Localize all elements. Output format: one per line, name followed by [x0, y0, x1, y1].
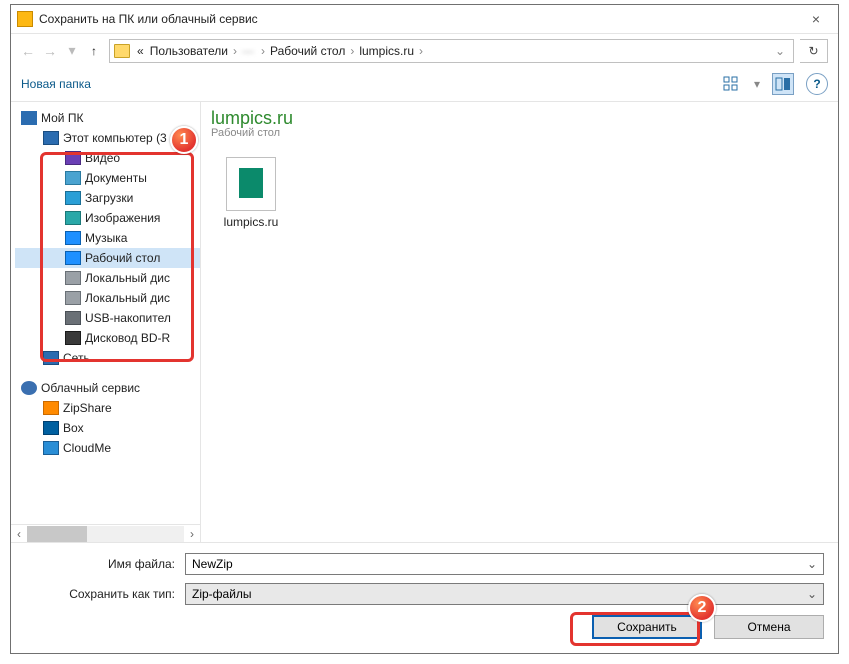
tree-my-pc[interactable]: Мой ПК: [15, 108, 200, 128]
label: Музыка: [85, 231, 127, 245]
file-item[interactable]: lumpics.ru: [211, 157, 291, 229]
content-area[interactable]: lumpics.ru Рабочий стол lumpics.ru: [201, 102, 838, 542]
label: Box: [63, 421, 84, 435]
crumb-users[interactable]: Пользователи: [147, 44, 231, 58]
dropdown-icon[interactable]: ⌄: [807, 557, 817, 571]
titlebar: Сохранить на ПК или облачный сервис ×: [11, 5, 838, 33]
bottom-panel: Имя файла: NewZip ⌄ Сохранить как тип: Z…: [11, 542, 838, 653]
scroll-right-icon[interactable]: ›: [184, 527, 200, 541]
location-title: lumpics.ru: [211, 108, 828, 129]
new-folder-button[interactable]: Новая папка: [21, 77, 91, 91]
file-name: lumpics.ru: [211, 215, 291, 229]
close-icon[interactable]: ×: [800, 11, 832, 27]
tree-bd-drive[interactable]: Дисковод BD-R: [15, 328, 200, 348]
label: Видео: [85, 151, 120, 165]
filetype-select[interactable]: Zip-файлы ⌄: [185, 583, 824, 605]
label: Изображения: [85, 211, 160, 225]
location-subtitle: Рабочий стол: [211, 127, 828, 139]
tree-cloud[interactable]: Облачный сервис: [15, 378, 200, 398]
save-button[interactable]: Сохранить: [592, 615, 702, 639]
cancel-button[interactable]: Отмена: [714, 615, 824, 639]
label: Дисковод BD-R: [85, 331, 170, 345]
crumb-folder[interactable]: lumpics.ru: [356, 44, 417, 58]
folder-tree: Мой ПК Этот компьютер (3 Видео Документы…: [11, 102, 200, 524]
tree-zipshare[interactable]: ZipShare: [15, 398, 200, 418]
filename-input[interactable]: NewZip ⌄: [185, 553, 824, 575]
view-options-icon[interactable]: [720, 73, 742, 95]
tree-desktop[interactable]: Рабочий стол: [15, 248, 200, 268]
chevron-right-icon: ›: [417, 44, 425, 58]
scroll-track[interactable]: [27, 526, 184, 542]
refresh-button[interactable]: ↻: [800, 39, 828, 63]
label: CloudMe: [63, 441, 111, 455]
save-dialog: Сохранить на ПК или облачный сервис × ← …: [10, 4, 839, 654]
tree-box[interactable]: Box: [15, 418, 200, 438]
label: Загрузки: [85, 191, 133, 205]
address-dropdown[interactable]: ⌄: [771, 44, 789, 58]
tree-this-pc[interactable]: Этот компьютер (3: [15, 128, 200, 148]
label: Локальный дис: [85, 291, 170, 305]
app-icon: [17, 11, 33, 27]
preview-pane-icon[interactable]: [772, 73, 794, 95]
label: Этот компьютер (3: [63, 131, 167, 145]
label: Сеть: [63, 351, 90, 365]
tree-local-disk-1[interactable]: Локальный дис: [15, 268, 200, 288]
label: Документы: [85, 171, 147, 185]
filename-value: NewZip: [192, 557, 233, 571]
dropdown-icon[interactable]: ⌄: [807, 587, 817, 601]
help-icon[interactable]: ?: [806, 73, 828, 95]
folder-icon: [114, 44, 130, 58]
crumb-prefix: «: [134, 44, 147, 58]
chevron-right-icon: ›: [259, 44, 267, 58]
tree-local-disk-2[interactable]: Локальный дис: [15, 288, 200, 308]
crumb-desktop[interactable]: Рабочий стол: [267, 44, 348, 58]
toolbar: Новая папка ▾ ?: [11, 67, 838, 101]
label: ZipShare: [63, 401, 112, 415]
sidebar: Мой ПК Этот компьютер (3 Видео Документы…: [11, 102, 201, 542]
label: Мой ПК: [41, 111, 83, 125]
label: USB-накопител: [85, 311, 171, 325]
label: Локальный дис: [85, 271, 170, 285]
filename-label: Имя файла:: [25, 557, 185, 571]
tree-documents[interactable]: Документы: [15, 168, 200, 188]
back-button[interactable]: ←: [17, 40, 39, 62]
address-bar[interactable]: « Пользователи › — › Рабочий стол › lump…: [109, 39, 794, 63]
scroll-thumb[interactable]: [27, 526, 87, 542]
recent-dropdown[interactable]: ▾: [61, 40, 83, 62]
filetype-label: Сохранить как тип:: [25, 587, 185, 601]
navbar: ← → ▾ ↑ « Пользователи › — › Рабочий сто…: [11, 33, 838, 67]
tree-usb[interactable]: USB-накопител: [15, 308, 200, 328]
filetype-value: Zip-файлы: [192, 587, 252, 601]
chevron-right-icon: ›: [231, 44, 239, 58]
file-thumbnail-icon: [226, 157, 276, 211]
tree-downloads[interactable]: Загрузки: [15, 188, 200, 208]
window-title: Сохранить на ПК или облачный сервис: [39, 12, 800, 26]
body: Мой ПК Этот компьютер (3 Видео Документы…: [11, 101, 838, 542]
tree-network[interactable]: Сеть: [15, 348, 200, 368]
tree-images[interactable]: Изображения: [15, 208, 200, 228]
label: Облачный сервис: [41, 381, 140, 395]
label: Рабочий стол: [85, 251, 160, 265]
forward-button[interactable]: →: [39, 40, 61, 62]
tree-cloudme[interactable]: CloudMe: [15, 438, 200, 458]
up-button[interactable]: ↑: [83, 40, 105, 62]
tree-music[interactable]: Музыка: [15, 228, 200, 248]
scroll-left-icon[interactable]: ‹: [11, 527, 27, 541]
tree-video[interactable]: Видео: [15, 148, 200, 168]
chevron-right-icon: ›: [348, 44, 356, 58]
sidebar-scrollbar[interactable]: ‹ ›: [11, 524, 200, 542]
crumb-user[interactable]: —: [239, 44, 259, 58]
